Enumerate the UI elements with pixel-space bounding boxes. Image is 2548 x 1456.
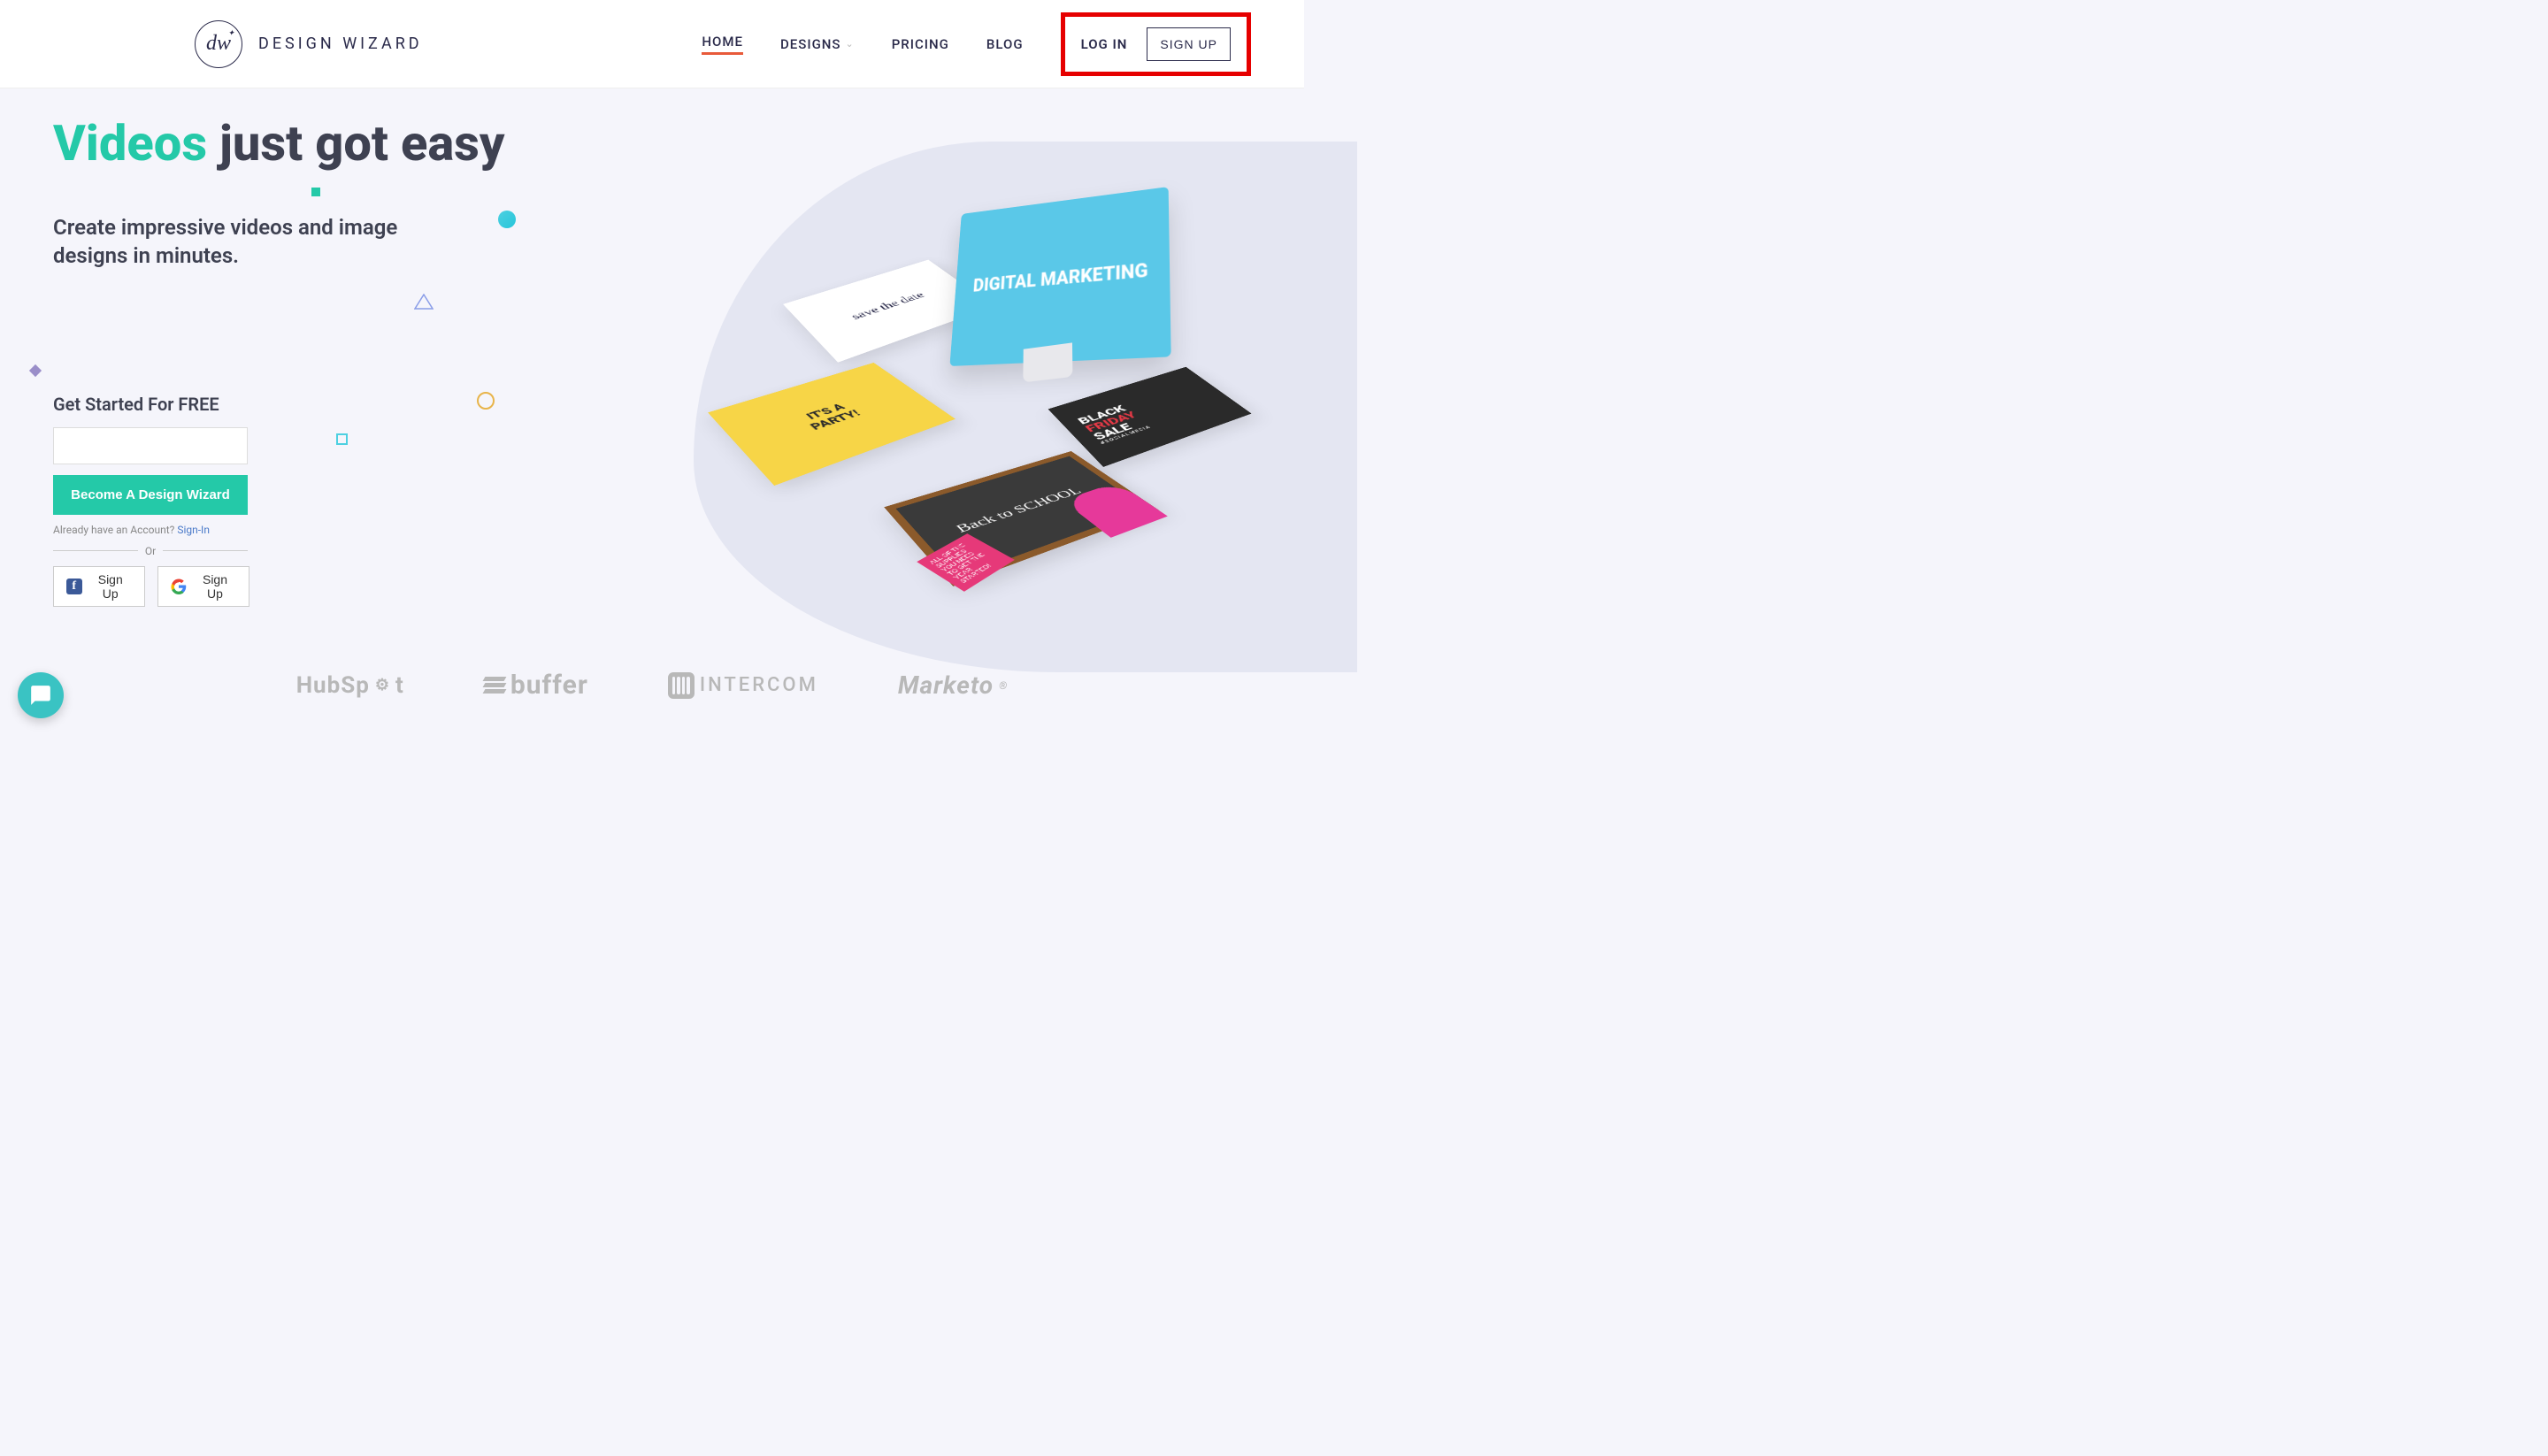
buffer-icon — [484, 677, 505, 694]
header: dw ✦ DESIGN WIZARD HOME DESIGNS ⌄ PRICIN… — [0, 0, 1304, 88]
intercom-icon — [668, 672, 695, 699]
decor-circle-outline — [477, 392, 495, 410]
logo[interactable]: dw ✦ DESIGN WIZARD — [195, 20, 423, 68]
become-design-wizard-button[interactable]: Become A Design Wizard — [53, 475, 248, 515]
already-label: Already have an Account? — [53, 524, 177, 536]
decor-square-outline — [336, 433, 348, 445]
hero-title-rest: just got easy — [207, 114, 504, 172]
hubspot-logo: HubSp⚙t — [296, 672, 404, 699]
decor-dot-cyan — [498, 211, 516, 228]
facebook-signup-label: Sign Up — [89, 572, 132, 601]
signin-link[interactable]: Sign-In — [177, 524, 210, 536]
nav-blog[interactable]: BLOG — [986, 36, 1024, 52]
google-signup-button[interactable]: Sign Up — [157, 566, 249, 607]
intercom-logo: INTERCOM — [668, 672, 818, 699]
buffer-logo: buffer — [484, 670, 588, 701]
facebook-icon: f — [66, 579, 82, 594]
decor-triangle — [414, 294, 434, 310]
decor-dot-green — [311, 188, 320, 196]
hero-title-accent: Videos — [53, 114, 207, 172]
decor-diamond — [29, 364, 42, 377]
logo-text: DESIGN WIZARD — [258, 34, 423, 53]
hero-subtitle: Create impressive videos and image desig… — [53, 214, 425, 269]
logo-mark: dw ✦ — [195, 20, 242, 68]
nav-home[interactable]: HOME — [702, 34, 743, 55]
nav-designs-label: DESIGNS — [780, 36, 841, 52]
marketo-logo: Marketo® — [898, 671, 1008, 700]
or-divider: Or — [53, 545, 248, 557]
main-nav: HOME DESIGNS ⌄ PRICING BLOG LOG IN SIGN … — [702, 12, 1251, 76]
chat-widget-button[interactable] — [18, 672, 64, 718]
partner-logos: HubSp⚙t buffer INTERCOM Marketo® — [0, 670, 1304, 701]
hero-illustration: save the date DIGITAL MARKETING IT'S A P… — [694, 142, 1357, 672]
nav-designs[interactable]: DESIGNS ⌄ — [780, 36, 855, 52]
hero-section: Videos just got easy Create impressive v… — [0, 88, 1304, 607]
auth-highlight-box: LOG IN SIGN UP — [1061, 12, 1251, 76]
signup-button[interactable]: SIGN UP — [1147, 27, 1231, 61]
google-signup-label: Sign Up — [194, 572, 236, 601]
google-icon — [171, 579, 187, 594]
facebook-signup-button[interactable]: f Sign Up — [53, 566, 145, 607]
chat-icon — [29, 684, 52, 707]
login-link[interactable]: LOG IN — [1081, 36, 1128, 52]
nav-pricing[interactable]: PRICING — [892, 36, 949, 52]
mockup-monitor-stand — [1023, 342, 1072, 382]
mockup-monitor: DIGITAL MARKETING — [949, 187, 1170, 366]
chevron-down-icon: ⌄ — [846, 38, 855, 50]
email-input[interactable] — [53, 427, 248, 464]
